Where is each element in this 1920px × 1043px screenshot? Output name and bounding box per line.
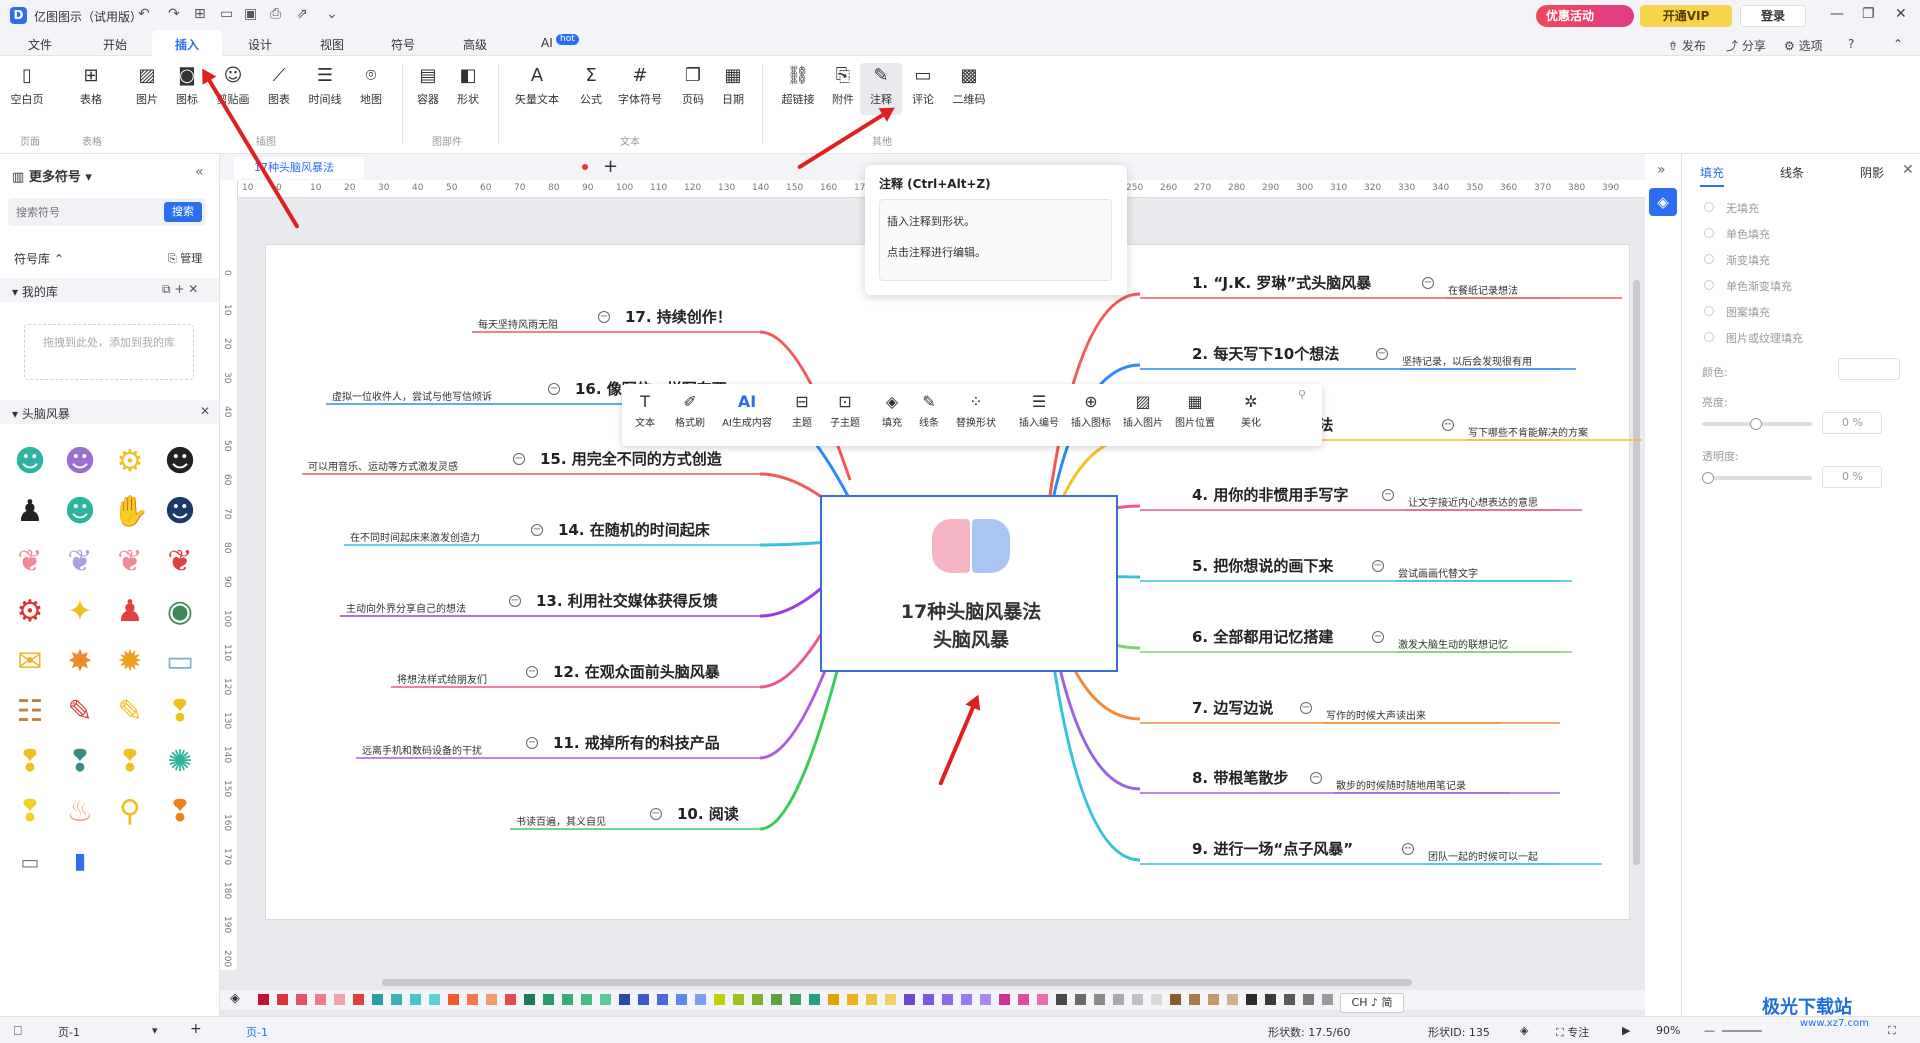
fb-format-painter-button[interactable]: ✐ 格式刷	[670, 392, 710, 429]
annotation-tooltip: 注释 (Ctrl+Alt+Z) 插入注释到形状。 点击注释进行编辑。	[865, 165, 1127, 295]
fb-fill-button[interactable]: ◈ 填充	[877, 392, 907, 429]
tooltip-body	[879, 199, 1112, 281]
list-number-icon: ☰	[1031, 392, 1047, 411]
fb-insert-number-button[interactable]: ☰ 插入编号	[1015, 392, 1063, 429]
tooltip-title: 注释 (Ctrl+Alt+Z)	[879, 177, 991, 191]
fb-text-label: 文本	[635, 418, 655, 429]
brush-icon: ✐	[683, 392, 697, 411]
insert-icon-icon: ⊕	[1084, 392, 1098, 411]
fb-replace-shape-label: 替换形状	[956, 418, 996, 429]
fb-insert-icon-label: 插入图标	[1071, 418, 1111, 429]
fb-text-button[interactable]: T 文本	[630, 392, 660, 429]
fb-line-label: 线条	[919, 418, 939, 429]
fb-beautify-button[interactable]: ✲ 美化	[1236, 392, 1266, 429]
line-pen-icon: ✎	[922, 392, 936, 411]
fb-subtopic-label: 子主题	[830, 418, 860, 429]
text-icon: T	[640, 392, 650, 411]
fb-topic-label: 主题	[792, 418, 812, 429]
fb-insert-number-label: 插入编号	[1019, 418, 1059, 429]
fb-beautify-label: 美化	[1241, 418, 1261, 429]
fb-insert-image-label: 插入图片	[1123, 418, 1163, 429]
tooltip-line2: 点击注释进行编辑。	[887, 246, 986, 259]
fb-image-position-label: 图片位置	[1175, 418, 1215, 429]
fb-insert-icon-button[interactable]: ⊕ 插入图标	[1067, 392, 1115, 429]
sparkle-icon: ✲	[1244, 392, 1258, 411]
central-topic[interactable]: 17种头脑风暴法 头脑风暴	[820, 495, 1118, 672]
subtopic-icon: ⊡	[838, 392, 852, 411]
fb-line-button[interactable]: ✎ 线条	[914, 392, 944, 429]
replace-shape-icon: ⁘	[969, 392, 983, 411]
brain-left-icon	[932, 519, 970, 573]
fb-insert-image-button[interactable]: ▨ 插入图片	[1119, 392, 1167, 429]
fb-subtopic-button[interactable]: ⊡ 子主题	[827, 392, 863, 429]
fb-format-painter-label: 格式刷	[675, 418, 705, 429]
fill-bucket-icon: ◈	[885, 392, 899, 411]
central-topic-line2: 头脑风暴	[932, 629, 1009, 651]
brain-right-icon	[972, 519, 1010, 573]
central-topic-line1: 17种头脑风暴法	[900, 601, 1042, 623]
pin-icon[interactable]: ⚲	[1298, 388, 1306, 401]
ime-indicator: CH ♪ 简	[1340, 993, 1404, 1013]
fb-ai-button[interactable]: AI AI生成内容	[717, 392, 777, 429]
fb-image-position-button[interactable]: ▦ 图片位置	[1171, 392, 1219, 429]
fb-replace-shape-button[interactable]: ⁘ 替换形状	[952, 392, 1000, 429]
topic-icon: ⊟	[795, 392, 809, 411]
branch-line	[1048, 638, 1141, 862]
image-position-icon: ▦	[1187, 392, 1203, 411]
fb-topic-button[interactable]: ⊟ 主题	[785, 392, 819, 429]
ai-icon: AI	[737, 392, 757, 411]
floating-toolbar: T 文本 ✐ 格式刷 AI AI生成内容 ⊟ 主题 ⊡ 子主题 ◈ 填充 ✎ 线条 ⁘ 替换形状…	[622, 384, 1322, 446]
insert-image-icon: ▨	[1135, 392, 1151, 411]
tooltip-line1: 插入注释到形状。	[887, 215, 975, 228]
fb-fill-label: 填充	[882, 418, 902, 429]
fb-ai-label: AI生成内容	[722, 418, 772, 429]
